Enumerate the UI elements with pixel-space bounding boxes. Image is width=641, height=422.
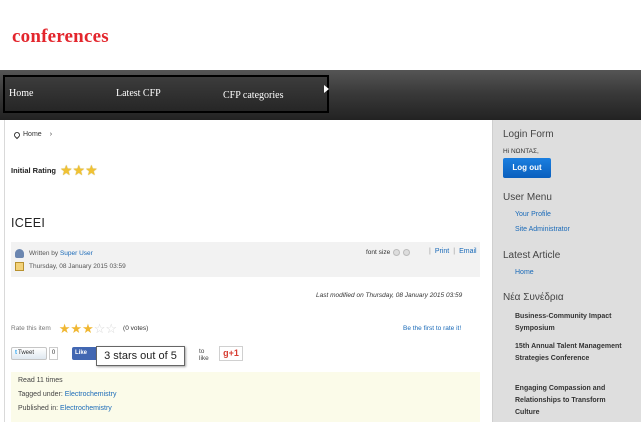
nav-home[interactable]: Home (9, 88, 33, 99)
published-label: Published in: (18, 405, 59, 412)
to-like-text: to like (199, 348, 209, 362)
first-to-rate-link[interactable]: Be the first to rate it! (403, 325, 461, 332)
rating-star-icon[interactable]: ☆ (94, 322, 106, 335)
initial-rating-label: Initial Rating (11, 165, 56, 175)
content-divider (4, 120, 5, 422)
article-title: ICEEI (11, 216, 46, 230)
rating-star-icon[interactable]: ★ (82, 322, 94, 335)
login-form-heading: Login Form (503, 129, 554, 140)
article-info: Written by Super User Thursday, 08 Janua… (11, 242, 480, 277)
rating-star-icon[interactable]: ★ (59, 322, 71, 335)
email-link[interactable]: Email (459, 248, 477, 255)
tagged-under: Tagged under: Electrochemistry (18, 391, 116, 398)
votes-count: (0 votes) (123, 325, 149, 332)
news-item[interactable]: Business-Community Impact Symposium (515, 311, 627, 335)
news-item[interactable]: Engaging Compassion and Relationships to… (515, 383, 627, 419)
location-pin-icon (12, 130, 22, 139)
article-tools: | Print | Email (429, 248, 477, 255)
google-plus-button[interactable]: g+1 (219, 346, 243, 361)
latest-article-heading: Latest Article (503, 250, 561, 261)
rating-tooltip: 3 stars out of 5 (96, 346, 185, 366)
font-decrease-icon[interactable] (393, 249, 401, 256)
published-in: Published in: Electrochemistry (18, 405, 112, 412)
breadcrumb: Home › (12, 130, 53, 139)
user-menu-heading: User Menu (503, 192, 552, 203)
font-increase-icon[interactable] (403, 249, 411, 256)
tweet-count: 0 (49, 347, 58, 360)
tag-link[interactable]: Electrochemistry (65, 391, 117, 398)
rate-label: Rate this item (11, 325, 51, 332)
nav-latest-cfp[interactable]: Latest CFP (116, 88, 161, 99)
news-item[interactable]: 15th Annual Talent Management Strategies… (515, 341, 627, 365)
site-logo[interactable]: conferences (12, 26, 109, 48)
user-menu-profile[interactable]: Your Profile (515, 211, 551, 218)
rating-star-icon[interactable]: ★ (70, 322, 82, 335)
initial-rating-stars-icon: ★★★ (60, 162, 98, 178)
tagged-label: Tagged under: (18, 391, 63, 398)
twitter-icon: t (15, 350, 17, 356)
sidebar: Login Form Hi ΝΩΝΤΑΣ, Log out User Menu … (492, 120, 641, 422)
article-date: Thursday, 08 January 2015 03:59 (29, 263, 126, 270)
news-heading: Νέα Συνέδρια (503, 292, 564, 303)
facebook-like-label: Like (75, 350, 88, 356)
main-nav-bar: Home Latest CFP CFP categories (0, 70, 641, 120)
user-menu-site-admin[interactable]: Site Administrator (515, 226, 570, 233)
tweet-button[interactable]: tTweet (11, 347, 47, 360)
author-link[interactable]: Super User (60, 250, 93, 257)
initial-rating: Initial Rating ★★★ (11, 163, 98, 177)
written-by: Written by Super User (29, 250, 93, 257)
font-size-label: font size (366, 249, 391, 256)
last-modified: Last modified on Thursday, 08 January 20… (316, 292, 463, 299)
breadcrumb-separator: › (49, 131, 53, 138)
category-link[interactable]: Electrochemistry (60, 405, 112, 412)
written-by-label: Written by (29, 250, 59, 257)
rating-stars: ★ ★ ★ ☆ ☆ (59, 322, 117, 335)
nav-cfp-categories[interactable]: CFP categories (223, 90, 283, 101)
rating-star-icon[interactable]: ☆ (105, 322, 117, 335)
author-icon (15, 249, 24, 258)
logout-button[interactable]: Log out (503, 158, 551, 178)
main-nav: Home Latest CFP CFP categories (3, 75, 329, 113)
login-greeting: Hi ΝΩΝΤΑΣ, (503, 148, 539, 155)
tweet-label: Tweet (18, 350, 35, 356)
rate-item: Rate this item ★ ★ ★ ☆ ☆ (0 votes) (11, 322, 148, 335)
article-meta: Read 11 times Tagged under: Electrochemi… (11, 372, 480, 422)
font-size-control: font size (366, 249, 411, 256)
site-header: conferences (0, 0, 641, 70)
calendar-icon (15, 262, 24, 271)
print-link[interactable]: Print (435, 248, 449, 255)
breadcrumb-home[interactable]: Home (23, 131, 42, 138)
nav-arrow-icon[interactable] (324, 85, 329, 93)
read-count: Read 11 times (18, 377, 63, 384)
latest-article-home[interactable]: Home (515, 269, 534, 276)
